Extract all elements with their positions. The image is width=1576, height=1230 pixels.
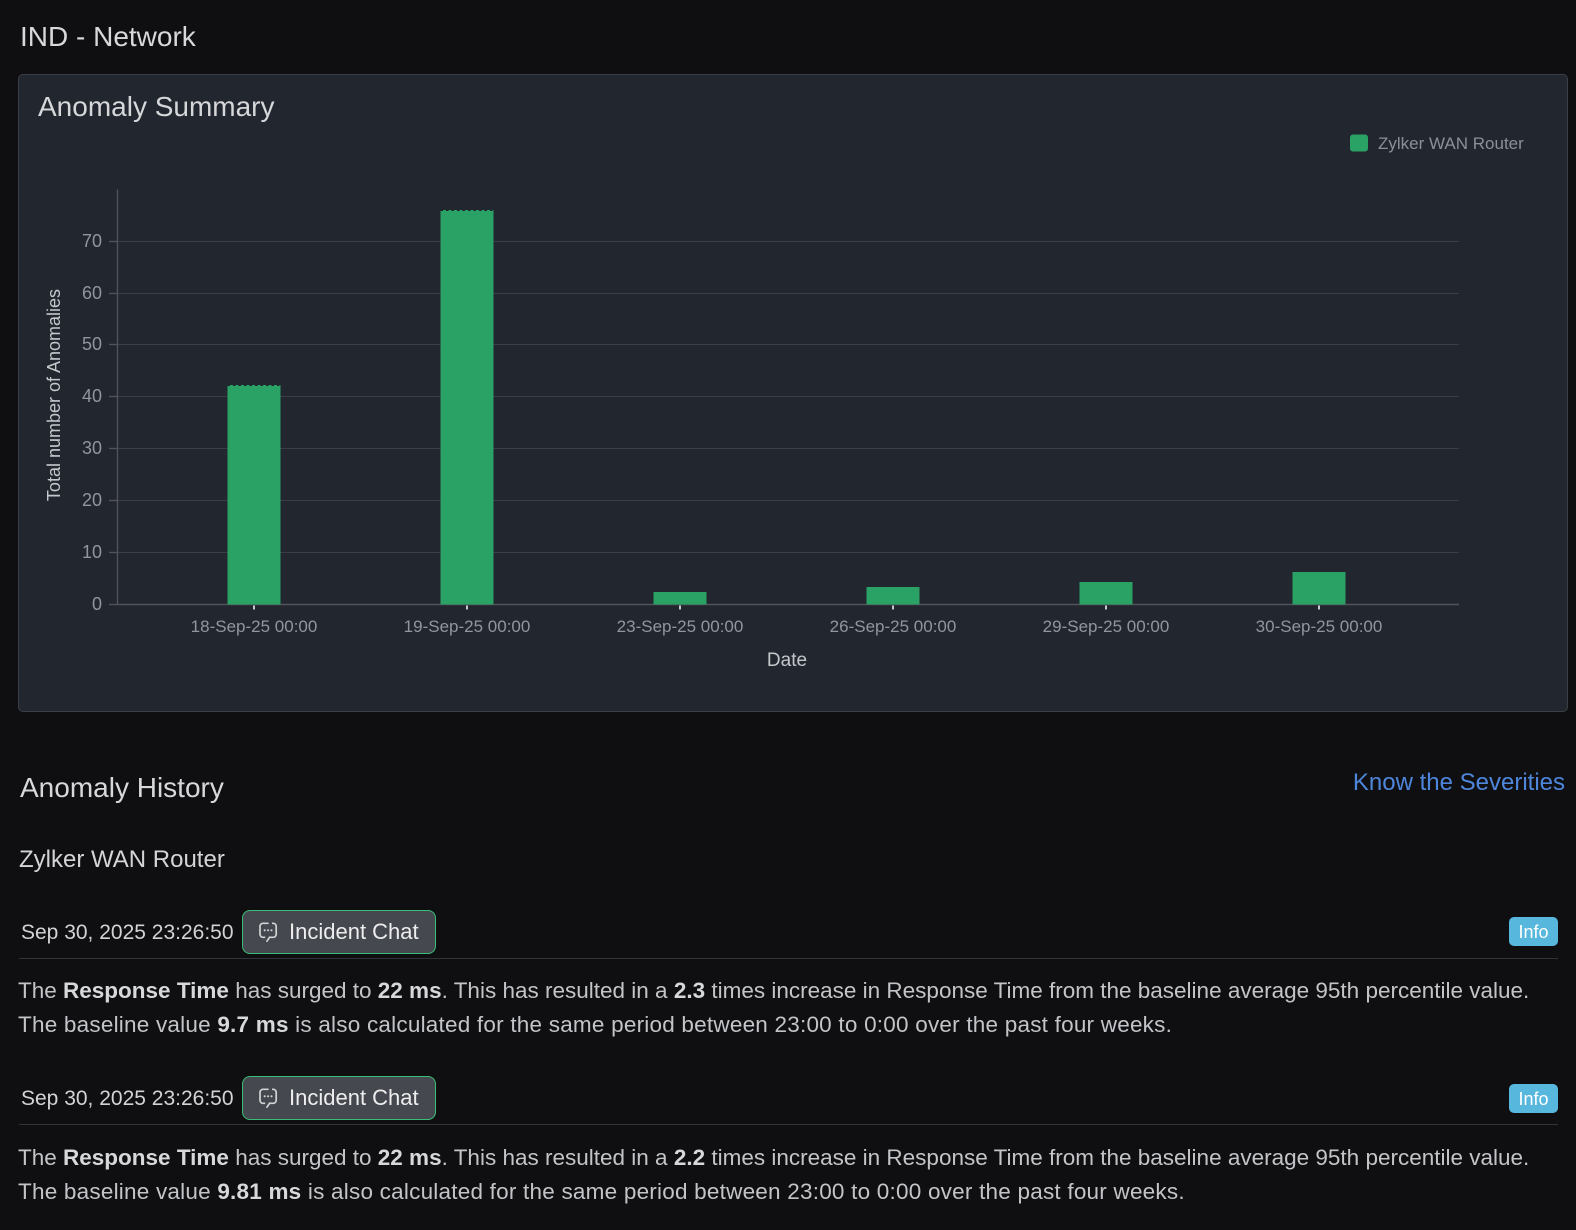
svg-text:29-Sep-25 00:00: 29-Sep-25 00:00 <box>1043 617 1170 636</box>
svg-text:26-Sep-25 00:00: 26-Sep-25 00:00 <box>830 617 957 636</box>
svg-text:18-Sep-25 00:00: 18-Sep-25 00:00 <box>191 617 318 636</box>
svg-text:20: 20 <box>82 490 102 510</box>
svg-text:50: 50 <box>82 334 102 354</box>
svg-text:40: 40 <box>82 386 102 406</box>
svg-text:0: 0 <box>92 594 102 614</box>
svg-text:Total number of Anomalies: Total number of Anomalies <box>44 289 64 501</box>
svg-text:10: 10 <box>82 542 102 562</box>
svg-text:23-Sep-25 00:00: 23-Sep-25 00:00 <box>617 617 744 636</box>
svg-text:19-Sep-25 00:00: 19-Sep-25 00:00 <box>404 617 531 636</box>
svg-text:30-Sep-25 00:00: 30-Sep-25 00:00 <box>1256 617 1383 636</box>
svg-text:Zylker WAN Router: Zylker WAN Router <box>1378 134 1524 153</box>
svg-text:Date: Date <box>767 650 807 671</box>
svg-text:30: 30 <box>82 438 102 458</box>
svg-text:70: 70 <box>82 231 102 251</box>
svg-text:60: 60 <box>82 283 102 303</box>
